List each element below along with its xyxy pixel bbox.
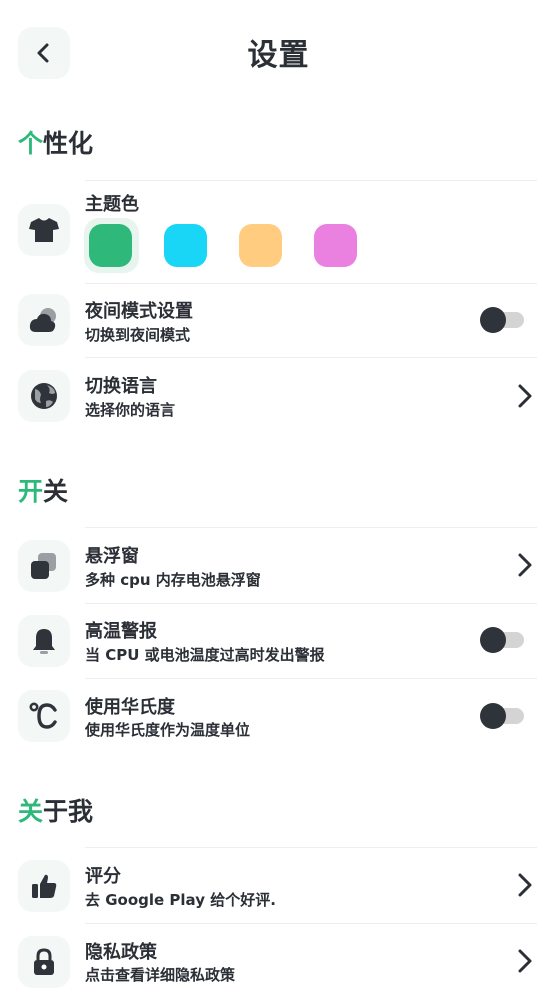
bell-icon	[33, 629, 55, 654]
fahrenheit-title: 使用华氏度	[85, 697, 175, 718]
floating-subtitle: 多种 cpu 内存电池悬浮窗	[85, 571, 261, 589]
lock-icon	[34, 948, 54, 975]
privacy-chevron-right-icon[interactable]	[514, 948, 536, 974]
fahrenheit-subtitle: 使用华氏度作为温度单位	[85, 721, 251, 739]
divider	[85, 357, 537, 358]
section-accent: 关	[18, 797, 44, 826]
toggle-knob	[480, 307, 506, 333]
section-title-personalize: 个性化	[18, 124, 93, 160]
language-title: 切换语言	[85, 376, 157, 397]
section-rest: 于我	[43, 797, 94, 826]
privacy-icon-box	[18, 936, 70, 988]
divider	[85, 923, 537, 924]
temp-alert-subtitle: 当 CPU 或电池温度过高时发出警报	[85, 646, 325, 664]
theme-color-swatch[interactable]	[89, 224, 132, 267]
floating-title: 悬浮窗	[85, 546, 139, 567]
divider	[85, 678, 537, 679]
thumbs-up-icon	[32, 874, 57, 898]
section-rest: 性化	[43, 129, 94, 158]
rating-icon-box	[18, 860, 70, 912]
divider	[85, 283, 537, 284]
toggle-knob	[480, 703, 506, 729]
tshirt-icon	[29, 218, 59, 242]
floating-chevron-right-icon[interactable]	[514, 552, 536, 578]
divider	[85, 527, 537, 528]
rating-chevron-right-icon[interactable]	[514, 872, 536, 898]
divider	[85, 847, 537, 848]
theme-icon-box	[18, 204, 70, 256]
section-accent: 开	[18, 477, 44, 506]
night-mode-toggle[interactable]	[480, 307, 526, 333]
section-accent: 个	[18, 129, 44, 158]
night-cloud-icon	[29, 308, 56, 332]
fahrenheit-toggle[interactable]	[480, 703, 526, 729]
language-icon-box	[18, 370, 70, 422]
divider	[85, 603, 537, 604]
globe-icon	[31, 383, 57, 409]
floating-icon-box	[18, 540, 70, 592]
night-mode-icon-box	[18, 294, 70, 346]
rating-subtitle: 去 Google Play 给个好评.	[85, 891, 276, 909]
privacy-title: 隐私政策	[85, 942, 157, 963]
rating-title: 评分	[85, 866, 121, 887]
theme-color-swatch[interactable]	[239, 224, 282, 267]
section-title-about: 关于我	[18, 792, 93, 828]
theme-color-swatch[interactable]	[314, 224, 357, 267]
night-mode-title: 夜间模式设置	[85, 301, 193, 322]
night-mode-subtitle: 切换到夜间模式	[85, 326, 191, 344]
fahrenheit-icon-box	[18, 690, 70, 742]
alert-icon-box	[18, 615, 70, 667]
degree-icon	[29, 702, 57, 729]
section-title-switches: 开关	[18, 472, 68, 508]
language-subtitle: 选择你的语言	[85, 401, 176, 419]
page-title: 设置	[247, 38, 310, 73]
temp-alert-title: 高温警报	[85, 621, 157, 642]
language-chevron-right-icon[interactable]	[514, 383, 536, 409]
floating-window-icon	[31, 553, 56, 579]
theme-color-swatch[interactable]	[164, 224, 207, 267]
temp-alert-toggle[interactable]	[480, 627, 526, 653]
divider	[85, 180, 537, 181]
toggle-knob	[480, 627, 506, 653]
section-rest: 关	[43, 477, 69, 506]
theme-color-label: 主题色	[85, 194, 139, 215]
